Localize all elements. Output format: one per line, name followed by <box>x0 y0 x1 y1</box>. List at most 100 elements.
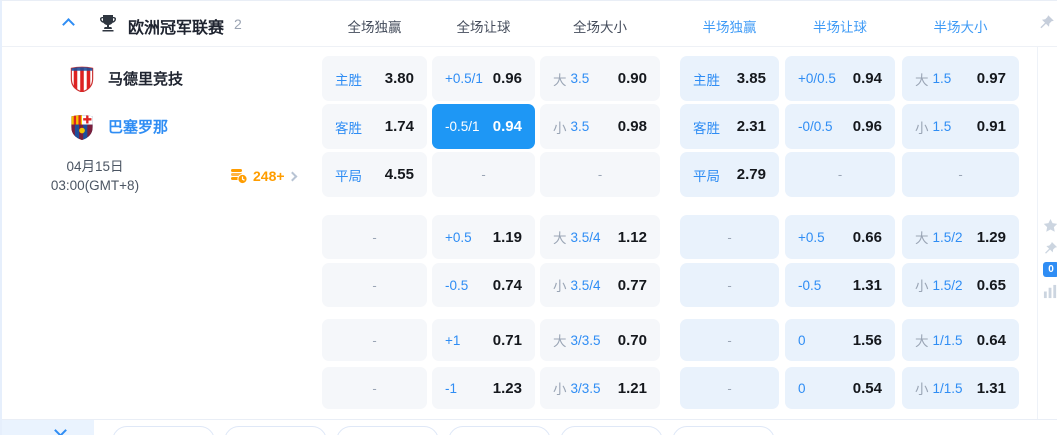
odds-selection-label: -0.5 <box>798 277 822 293</box>
footer-collapse-area[interactable] <box>2 420 94 435</box>
odds-cell[interactable]: 0 0.54 <box>785 367 895 409</box>
odds-value: 0.64 <box>976 331 1006 349</box>
odds-empty-dash: - <box>958 167 963 182</box>
star-icon[interactable] <box>1043 218 1057 233</box>
odds-cell[interactable]: 主胜 3.80 <box>322 56 427 101</box>
odds-selection-label: +0/0.5 <box>798 71 836 86</box>
counter-badge[interactable]: 0 <box>1043 262 1057 277</box>
odds-cell[interactable]: 小 3.5/4 0.77 <box>540 263 660 307</box>
odds-value: 0.97 <box>976 70 1006 87</box>
odds-cell[interactable]: 0 1.56 <box>785 319 895 361</box>
odds-cell[interactable]: +0.5 1.19 <box>432 215 535 259</box>
odds-cell[interactable]: -0/0.5 0.96 <box>785 104 895 149</box>
odds-selection-label: 客胜 <box>335 120 362 136</box>
tab-cards[interactable]: 罚牌 <box>672 426 775 435</box>
odds-value: 1.19 <box>492 228 522 246</box>
footer-bar: 波胆 角球 15分钟 过关 比分组合 罚牌 <box>2 419 1057 435</box>
odds-selection-label: +1 <box>445 332 461 348</box>
odds-cell[interactable]: -1 1.23 <box>432 367 535 409</box>
odds-selection-label: -0.5 <box>445 277 469 293</box>
odds-value: 1.12 <box>617 228 647 246</box>
tab-corners[interactable]: 角球 <box>224 426 327 435</box>
tab-score-combo[interactable]: 比分组合 <box>560 426 663 435</box>
odds-selection-label: 小 1/1.5 <box>915 380 963 398</box>
odds-grid: 主胜 3.80 +0.5/1 0.96 大 3.5 0.90 主胜 3.85 +0/0.5 0.94… <box>2 1 1037 435</box>
odds-cell-empty: - <box>902 152 1019 197</box>
odds-empty-dash: - <box>372 332 377 348</box>
odds-cell[interactable]: -0.5 1.31 <box>785 263 895 307</box>
odds-cell[interactable]: +0/0.5 0.94 <box>785 56 895 101</box>
odds-cell-empty: - <box>322 367 427 409</box>
odds-value: 0.65 <box>976 276 1006 294</box>
odds-cell[interactable]: 客胜 1.74 <box>322 104 427 149</box>
odds-cell-empty: - <box>322 263 427 307</box>
odds-value: 2.31 <box>736 118 766 135</box>
odds-cell[interactable]: 主胜 3.85 <box>680 56 779 101</box>
odds-value: 0.96 <box>492 70 522 87</box>
odds-value: 3.80 <box>384 70 414 87</box>
tab-parlay[interactable]: 过关 <box>448 426 551 435</box>
odds-value: 1.31 <box>852 276 882 294</box>
odds-cell[interactable]: 小 1.5/2 0.65 <box>902 263 1019 307</box>
odds-empty-dash: - <box>372 380 377 396</box>
odds-selection-label: -0/0.5 <box>798 119 833 134</box>
tab-15min[interactable]: 15分钟 <box>336 426 439 435</box>
odds-selection-label: 0 <box>798 332 806 348</box>
odds-cell-empty: - <box>540 152 660 197</box>
odds-selection-label: 大 3.5 <box>553 71 590 88</box>
odds-value: 0.96 <box>852 118 882 135</box>
odds-value: 1.74 <box>384 118 414 135</box>
odds-value: 1.29 <box>976 228 1006 246</box>
odds-cell[interactable]: 大 3.5 0.90 <box>540 56 660 101</box>
odds-cell[interactable]: 平局 2.79 <box>680 152 779 197</box>
odds-selection-label: +0.5 <box>798 229 825 245</box>
odds-cell[interactable]: 小 1/1.5 1.31 <box>902 367 1019 409</box>
odds-value: 4.55 <box>384 166 414 183</box>
odds-selection-label: 小 1.5/2 <box>915 277 963 295</box>
odds-value: 1.56 <box>852 331 882 349</box>
odds-empty-dash: - <box>481 167 486 182</box>
odds-cell[interactable]: +1 0.71 <box>432 319 535 361</box>
collapse-chevron-down-icon[interactable] <box>54 424 67 435</box>
odds-cell-empty: - <box>322 215 427 259</box>
odds-board: 欧洲冠军联赛 2 全场独赢 全场让球 全场大小 半场独赢 半场让球 半场大小 马… <box>0 0 1057 435</box>
odds-cell[interactable]: +0.5/1 0.96 <box>432 56 535 101</box>
odds-cell[interactable]: 小 3.5 0.98 <box>540 104 660 149</box>
odds-empty-dash: - <box>837 167 843 182</box>
odds-value: 0.66 <box>852 228 882 246</box>
odds-cell[interactable]: 小 3/3.5 1.21 <box>540 367 660 409</box>
odds-empty-dash: - <box>727 380 732 396</box>
odds-cell[interactable]: 大 1.5/2 1.29 <box>902 215 1019 259</box>
pin-icon[interactable] <box>1038 14 1055 31</box>
odds-cell[interactable]: 小 1.5 0.91 <box>902 104 1019 149</box>
odds-selection-label: 小 1.5 <box>915 119 952 136</box>
odds-cell[interactable]: 客胜 2.31 <box>680 104 779 149</box>
odds-selection-label: 平局 <box>335 168 362 184</box>
odds-selection-label: -0.5/1 <box>445 119 480 134</box>
odds-empty-dash: - <box>727 332 732 348</box>
odds-cell[interactable]: 大 1.5 0.97 <box>902 56 1019 101</box>
odds-empty-dash: - <box>597 167 603 182</box>
odds-cell[interactable]: 大 1/1.5 0.64 <box>902 319 1019 361</box>
odds-cell[interactable]: -0.5/1 0.94 <box>432 104 535 149</box>
odds-selection-label: +0.5 <box>445 229 472 245</box>
odds-cell[interactable]: 大 3.5/4 1.12 <box>540 215 660 259</box>
odds-value: 0.91 <box>976 118 1006 135</box>
odds-cell[interactable]: +0.5 0.66 <box>785 215 895 259</box>
odds-cell[interactable]: 平局 4.55 <box>322 152 427 197</box>
odds-selection-label: 0 <box>798 380 806 396</box>
odds-selection-label: 小 3.5 <box>553 119 590 136</box>
odds-cell[interactable]: -0.5 0.74 <box>432 263 535 307</box>
odds-value: 0.54 <box>852 379 882 397</box>
tab-correct-score[interactable]: 波胆 <box>112 426 215 435</box>
odds-value: 0.77 <box>617 276 647 294</box>
odds-selection-label: 小 3.5/4 <box>553 277 601 295</box>
stats-bars-icon[interactable] <box>1043 284 1057 299</box>
odds-value: 0.98 <box>617 118 647 135</box>
odds-cell-empty: - <box>680 215 779 259</box>
odds-selection-label: 主胜 <box>335 72 362 88</box>
pin-small-icon[interactable] <box>1043 241 1057 256</box>
odds-cell[interactable]: 大 3/3.5 0.70 <box>540 319 660 361</box>
odds-selection-label: 客胜 <box>693 120 720 136</box>
odds-value: 0.70 <box>617 331 647 349</box>
